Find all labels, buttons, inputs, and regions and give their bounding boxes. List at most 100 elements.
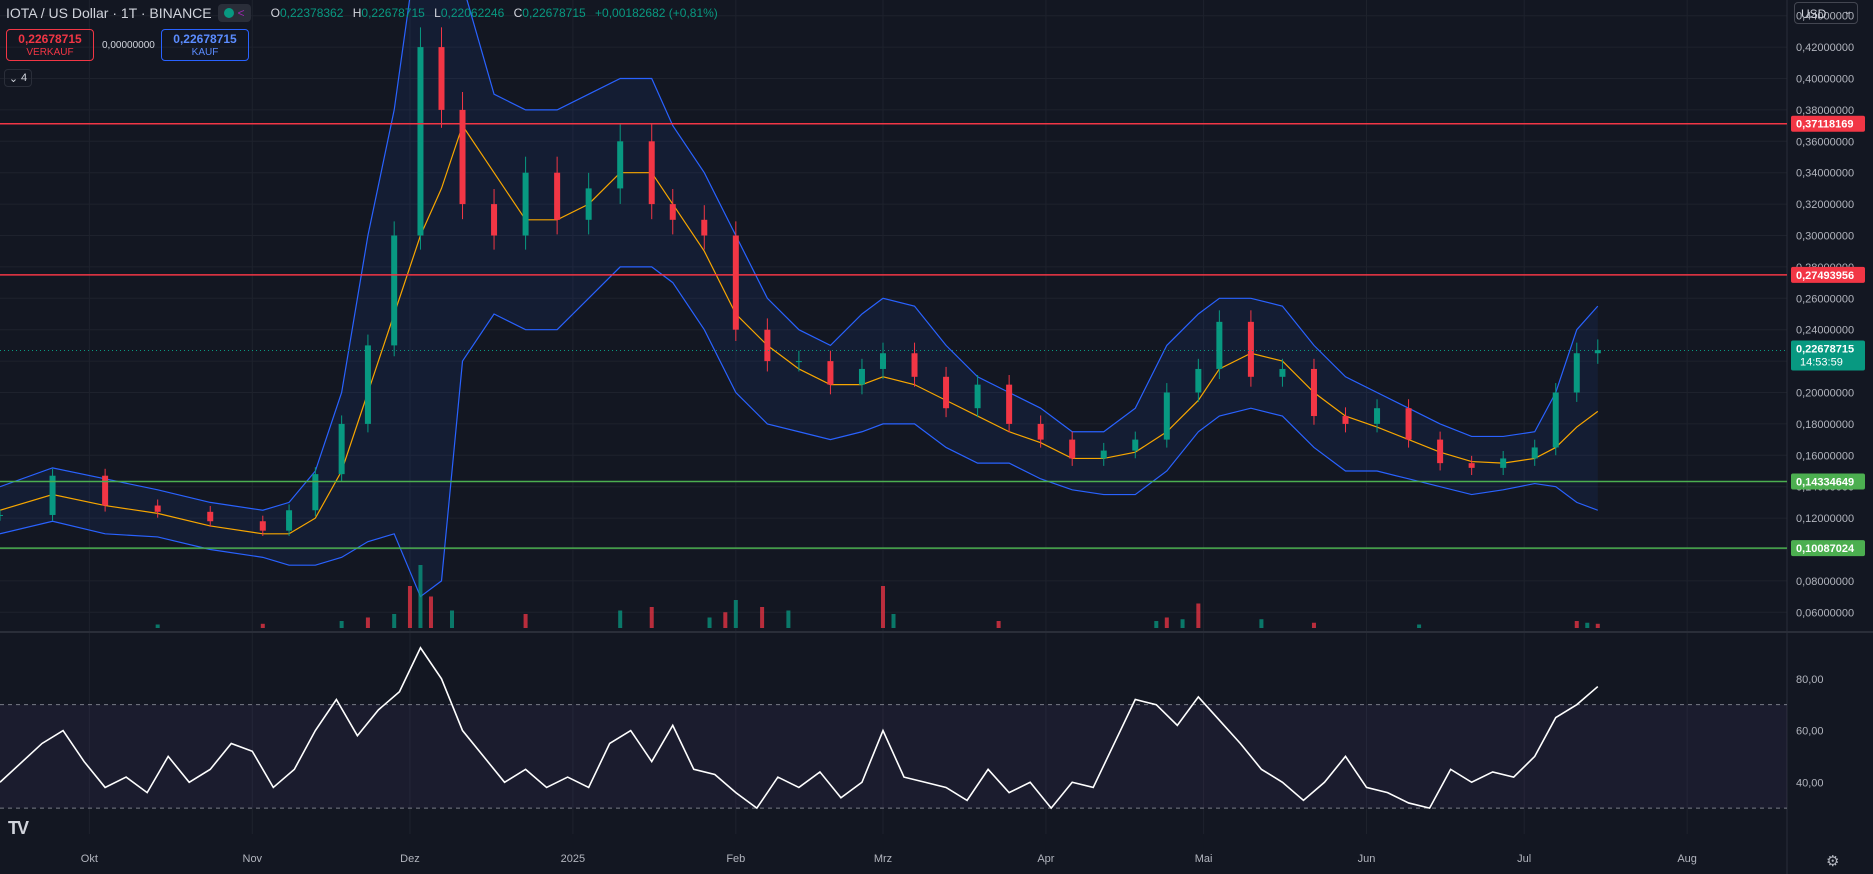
candle-body [154, 505, 161, 512]
volume-bar [418, 565, 423, 628]
volume-bar [649, 607, 654, 628]
candle-body [1468, 463, 1475, 468]
volume-bar [1311, 622, 1316, 628]
volume-bar [1196, 603, 1201, 628]
price-tick-label: 0,30000000 [1796, 231, 1854, 243]
symbol-title[interactable]: IOTA / US Dollar · 1T · BINANCE [6, 5, 212, 21]
candle-body [391, 235, 398, 346]
price-tick-label: 0,26000000 [1796, 293, 1854, 305]
candle-body [1195, 368, 1202, 393]
candle-body [827, 361, 834, 385]
candle-body [732, 235, 739, 330]
candle-body [911, 353, 918, 377]
price-tick-label: 0,20000000 [1796, 388, 1854, 400]
share-icon[interactable]: < [238, 6, 245, 20]
level-label: 0,14334649 [1796, 476, 1854, 488]
volume-bar [1164, 617, 1169, 628]
last-price-label: 0,22678715 [1796, 343, 1854, 355]
candle-body [1531, 447, 1538, 459]
price-tick-label: 0,42000000 [1796, 42, 1854, 54]
chevron-down-icon: ⌄ [1843, 6, 1852, 17]
candle-body [0, 514, 3, 516]
time-tick-label: Mrz [874, 853, 892, 865]
indicators-collapse-button[interactable]: ⌄ 4 [4, 69, 32, 87]
volume-bar [1574, 621, 1579, 628]
time-tick-label: Dez [400, 853, 420, 865]
candle-body [554, 172, 561, 220]
candle-body [1437, 439, 1444, 464]
rsi-tick-label: 40,00 [1796, 777, 1824, 789]
change-value: +0,00182682 (+0,81%) [595, 6, 718, 20]
volume-bar [760, 607, 765, 628]
rsi-band [0, 704, 1787, 809]
level-label: 0,27493956 [1796, 270, 1854, 282]
candle-body [943, 376, 950, 409]
price-tick-label: 0,38000000 [1796, 105, 1854, 117]
volume-bar [428, 596, 433, 628]
currency-select[interactable]: USD ⌄ [1794, 2, 1858, 24]
volume-bar [1417, 624, 1422, 628]
volume-bar [523, 614, 528, 628]
candle-body [102, 475, 109, 506]
price-tick-label: 0,40000000 [1796, 74, 1854, 86]
volume-bar [339, 621, 344, 628]
candle-body [669, 204, 676, 220]
volume-bar [618, 610, 623, 628]
candle-body [417, 47, 424, 236]
level-label: 0,10087024 [1796, 543, 1855, 555]
candle-body [338, 423, 345, 475]
candle-body [1100, 450, 1107, 459]
ohlc-readout: O0,22378362 H0,22678715 L0,22062246 C0,2… [270, 6, 718, 20]
candle-body [1405, 408, 1412, 440]
volume-bar [733, 600, 738, 628]
candle-body [1374, 408, 1381, 424]
candle-body [438, 47, 445, 110]
countdown-label: 14:53:59 [1800, 356, 1843, 368]
candle-body [1006, 384, 1013, 424]
time-tick-label: Apr [1037, 853, 1054, 865]
time-tick-label: Nov [243, 853, 263, 865]
sell-button[interactable]: 0,22678715 VERKAUF [6, 29, 94, 61]
candle-body [1573, 353, 1580, 393]
candle-body [1552, 392, 1559, 448]
status-dot-icon [223, 8, 234, 18]
price-tick-label: 0,24000000 [1796, 325, 1854, 337]
volume-bar [260, 623, 265, 628]
volume-bar [407, 586, 412, 628]
candle-body [364, 345, 371, 424]
candle-body [585, 188, 592, 220]
time-tick-label: Aug [1677, 853, 1697, 865]
candle-body [1069, 439, 1076, 459]
spread-value: 0,00000000 [102, 40, 155, 51]
gear-icon[interactable]: ⚙ [1826, 852, 1839, 870]
candle-body [1163, 392, 1170, 440]
time-tick-label: Mai [1195, 853, 1213, 865]
volume-bar [996, 621, 1001, 628]
candle-body [1216, 321, 1223, 369]
volume-bar [880, 586, 885, 628]
time-tick-label: Jun [1358, 853, 1376, 865]
chevron-down-icon: ⌄ [8, 72, 19, 85]
volume-bar [365, 617, 370, 628]
time-tick-label: Okt [81, 853, 98, 865]
candle-body [259, 521, 266, 531]
price-chart[interactable]: 0,060000000,080000000,100000000,12000000… [0, 0, 1873, 874]
price-tick-label: 0,36000000 [1796, 136, 1854, 148]
volume-bar [1585, 622, 1590, 628]
candle-body [1037, 423, 1044, 440]
candle-body [701, 219, 708, 236]
volume-bar [707, 617, 712, 628]
candle-body [1247, 321, 1254, 377]
price-tick-label: 0,06000000 [1796, 607, 1854, 619]
indicator-toggle[interactable]: < [217, 4, 251, 22]
candle-body [617, 141, 624, 189]
level-label: 0,37118169 [1796, 119, 1854, 131]
volume-bar [450, 610, 455, 628]
candle-body [858, 368, 865, 385]
candle-body [286, 510, 293, 531]
volume-bar [155, 624, 160, 628]
volume-bar [1595, 623, 1600, 628]
candle-body [312, 474, 319, 511]
volume-bar [786, 610, 791, 628]
buy-button[interactable]: 0,22678715 KAUF [161, 29, 249, 61]
